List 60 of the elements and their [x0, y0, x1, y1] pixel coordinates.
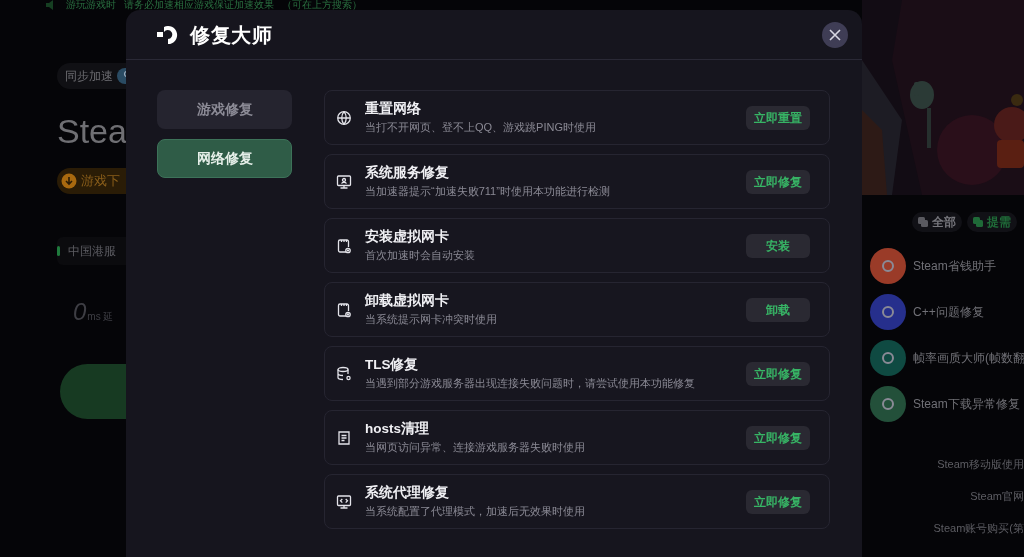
tool-icon[interactable]	[870, 340, 906, 376]
help-link[interactable]: Steam移动版使用	[937, 455, 1024, 473]
document-icon	[336, 429, 352, 446]
server-row[interactable]: 中国港服	[57, 237, 126, 265]
download-label: 游戏下	[81, 172, 120, 191]
tool-name[interactable]: 帧率画质大师(帧数翻	[913, 349, 1024, 367]
action-button[interactable]: 立即修复	[746, 169, 810, 194]
sync-pill[interactable]: 同步加速	[57, 63, 126, 89]
latency-value: 0	[73, 300, 87, 324]
tool-name[interactable]: Steam省钱助手	[913, 257, 996, 275]
notice-text: 请务必加速相应游戏保证加速效果	[124, 0, 274, 10]
action-button[interactable]: 安装	[746, 233, 810, 258]
item-description: 当网页访问异常、连接游戏服务器失败时使用	[365, 440, 586, 455]
category-tab[interactable]: 网络修复	[157, 139, 292, 178]
action-button[interactable]: 立即修复	[746, 361, 810, 386]
item-title: 系统服务修复	[365, 164, 450, 182]
filter-tab[interactable]: 提需	[967, 212, 1017, 232]
action-button[interactable]: 立即修复	[746, 489, 810, 514]
tool-icon[interactable]	[870, 386, 906, 422]
item-description: 当遇到部分游戏服务器出现连接失败问题时，请尝试使用本功能修复	[365, 376, 696, 391]
globe-icon	[336, 109, 352, 126]
item-description: 当加速器提示“加速失败711”时使用本功能进行检测	[365, 184, 611, 199]
dialog-title: 修复大师	[190, 22, 272, 48]
item-title: 重置网络	[365, 100, 422, 118]
tool-name[interactable]: C++问题修复	[913, 303, 984, 321]
card-remove-icon	[336, 301, 352, 318]
filter-tab[interactable]: 全部	[912, 212, 962, 232]
item-description: 当系统提示网卡冲突时使用	[365, 312, 498, 327]
code-screen-icon	[336, 493, 352, 510]
action-button[interactable]: 立即修复	[746, 425, 810, 450]
item-title: 安装虚拟网卡	[365, 228, 450, 246]
status-bar-icon	[57, 246, 60, 256]
item-title: 系统代理修复	[365, 484, 450, 502]
close-button[interactable]	[822, 21, 848, 48]
download-icon	[61, 173, 77, 189]
item-title: 卸载虚拟网卡	[365, 292, 450, 310]
tool-name[interactable]: Steam下载异常修复	[913, 395, 1020, 413]
tool-icon[interactable]	[870, 294, 906, 330]
help-link[interactable]: Steam官网	[970, 487, 1024, 505]
server-label: 中国港服	[68, 243, 116, 260]
item-title: hosts清理	[365, 420, 430, 438]
help-link[interactable]: Steam账号购买(第	[933, 519, 1024, 537]
item-title: TLS修复	[365, 356, 420, 374]
sync-label: 同步加速	[65, 68, 113, 85]
filter-icon	[973, 217, 983, 227]
database-gear-icon	[336, 365, 352, 382]
close-icon	[829, 28, 841, 41]
action-button[interactable]: 卸载	[746, 297, 810, 322]
download-pill[interactable]: 游戏下	[57, 168, 126, 194]
item-description: 当打不开网页、登不上QQ、游戏跳PING时使用	[365, 120, 597, 135]
notice-text: （可在上方搜索）	[282, 0, 362, 10]
category-tab[interactable]: 游戏修复	[157, 90, 292, 129]
item-description: 首次加速时会自动安装	[365, 248, 476, 263]
monitor-icon	[336, 173, 352, 190]
tool-icon[interactable]	[870, 248, 906, 284]
notice-text: 游玩游戏时	[66, 0, 116, 10]
filter-icon	[918, 217, 928, 227]
card-plus-icon	[336, 237, 352, 254]
action-button[interactable]: 立即重置	[746, 105, 810, 130]
item-description: 当系统配置了代理模式，加速后无效果时使用	[365, 504, 586, 519]
